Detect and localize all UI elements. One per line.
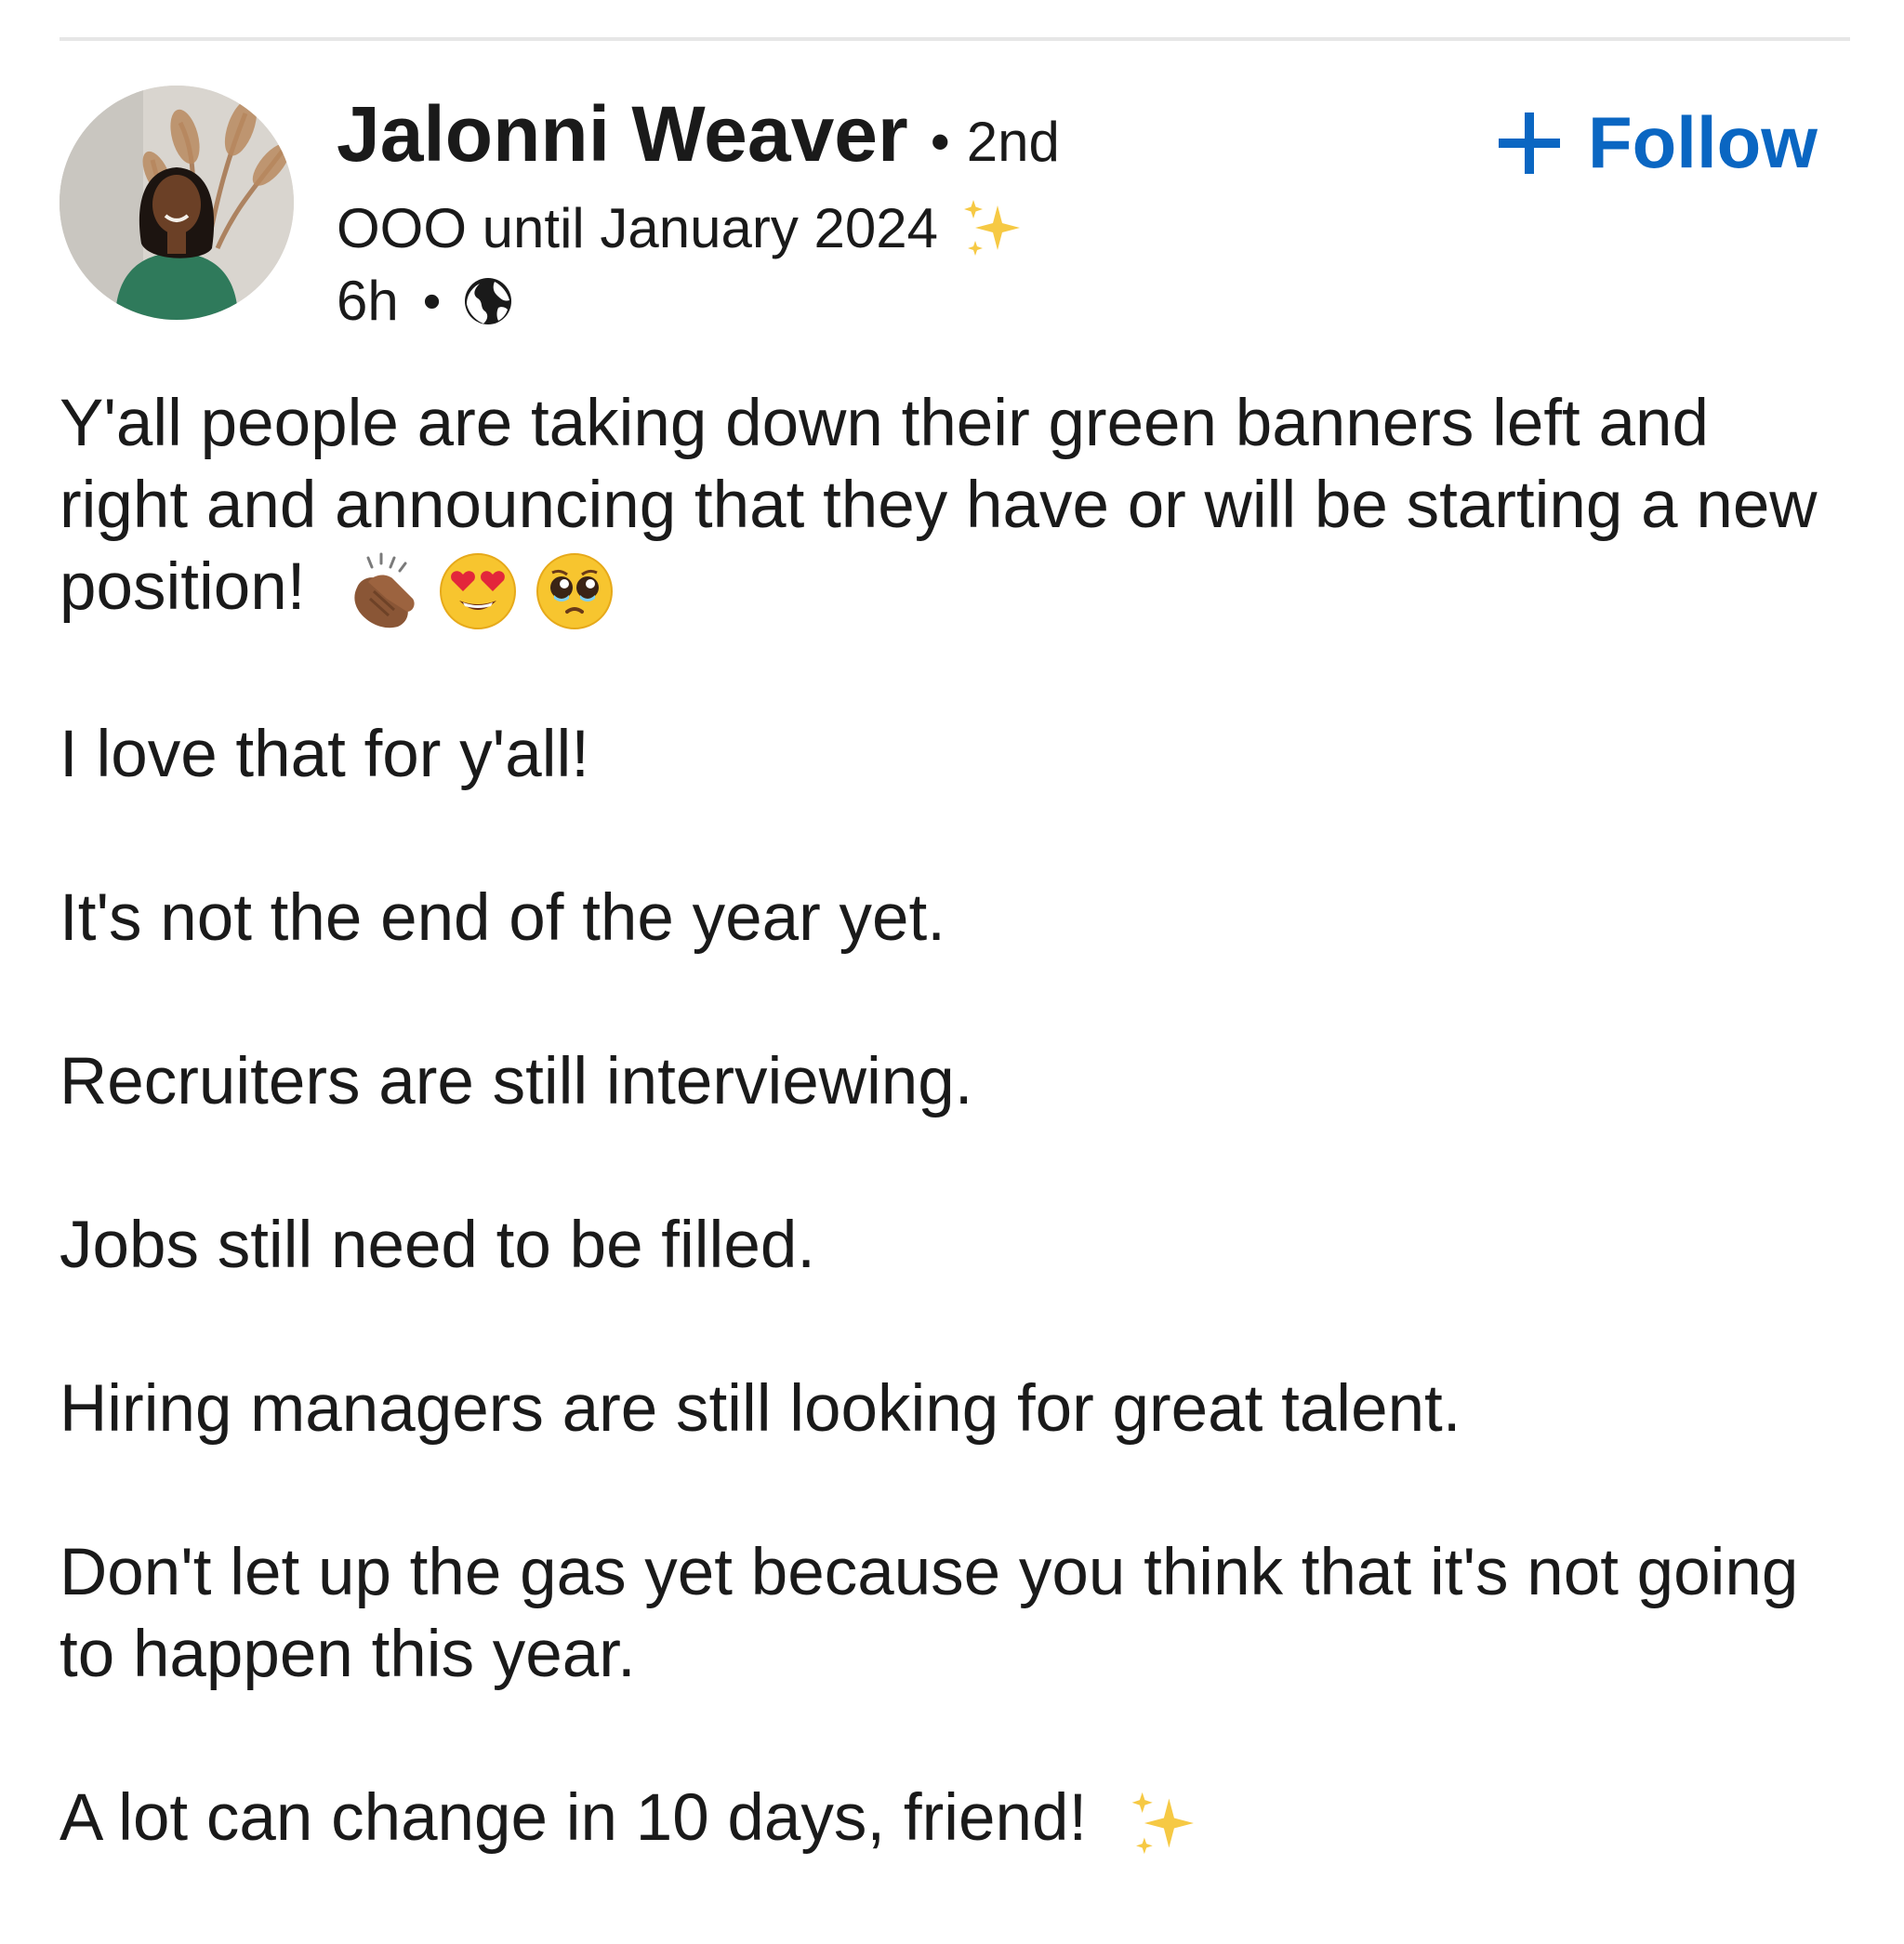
plus-icon (1499, 112, 1560, 174)
post-paragraph: Don't let up the gas yet because you thi… (60, 1536, 1799, 1692)
post-timestamp: 6h (337, 270, 399, 332)
post-meta-line: 6h • (337, 269, 1060, 333)
separator-dot: • (422, 271, 442, 330)
clapping-hands-icon (354, 552, 415, 628)
post-paragraph-text: A lot can change in 10 days, friend! (60, 1781, 1088, 1856)
emoji-row (340, 550, 615, 632)
author-headline-line: OOO until January 2024 (337, 192, 1060, 263)
post-paragraph: Hiring managers are still looking for gr… (60, 1372, 1461, 1447)
author-avatar[interactable] (60, 86, 294, 320)
globe-icon (465, 277, 512, 324)
sparkles-icon (964, 200, 1021, 256)
post-paragraph: It's not the end of the year yet. (60, 881, 945, 956)
author-info: Jalonni Weaver • 2nd OOO until January 2… (337, 89, 1060, 333)
post-body: Y'all people are taking down their green… (60, 383, 1854, 1944)
follow-button[interactable]: Follow (1497, 100, 1818, 185)
post-paragraph: Y'all people are taking down their green… (60, 383, 1854, 632)
post-paragraph: Recruiters are still interviewing. (60, 1045, 973, 1119)
sparkles-icon (1131, 1792, 1194, 1854)
separator-dot: • (930, 111, 950, 173)
top-divider (60, 37, 1850, 41)
heart-eyes-icon (440, 553, 517, 630)
connection-degree: 2nd (966, 111, 1060, 173)
author-name-line: Jalonni Weaver • 2nd (337, 89, 1060, 179)
author-name[interactable]: Jalonni Weaver (337, 89, 908, 179)
post-paragraph: Jobs still need to be filled. (60, 1209, 816, 1283)
post-paragraph-text: Y'all people are taking down their green… (60, 387, 1818, 624)
follow-label: Follow (1588, 101, 1818, 183)
pleading-face-icon (536, 553, 614, 630)
post-paragraph: A lot can change in 10 days, friend! (60, 1778, 1854, 1861)
author-headline: OOO until January 2024 (337, 196, 939, 259)
post-paragraph: I love that for y'all! (60, 718, 589, 792)
